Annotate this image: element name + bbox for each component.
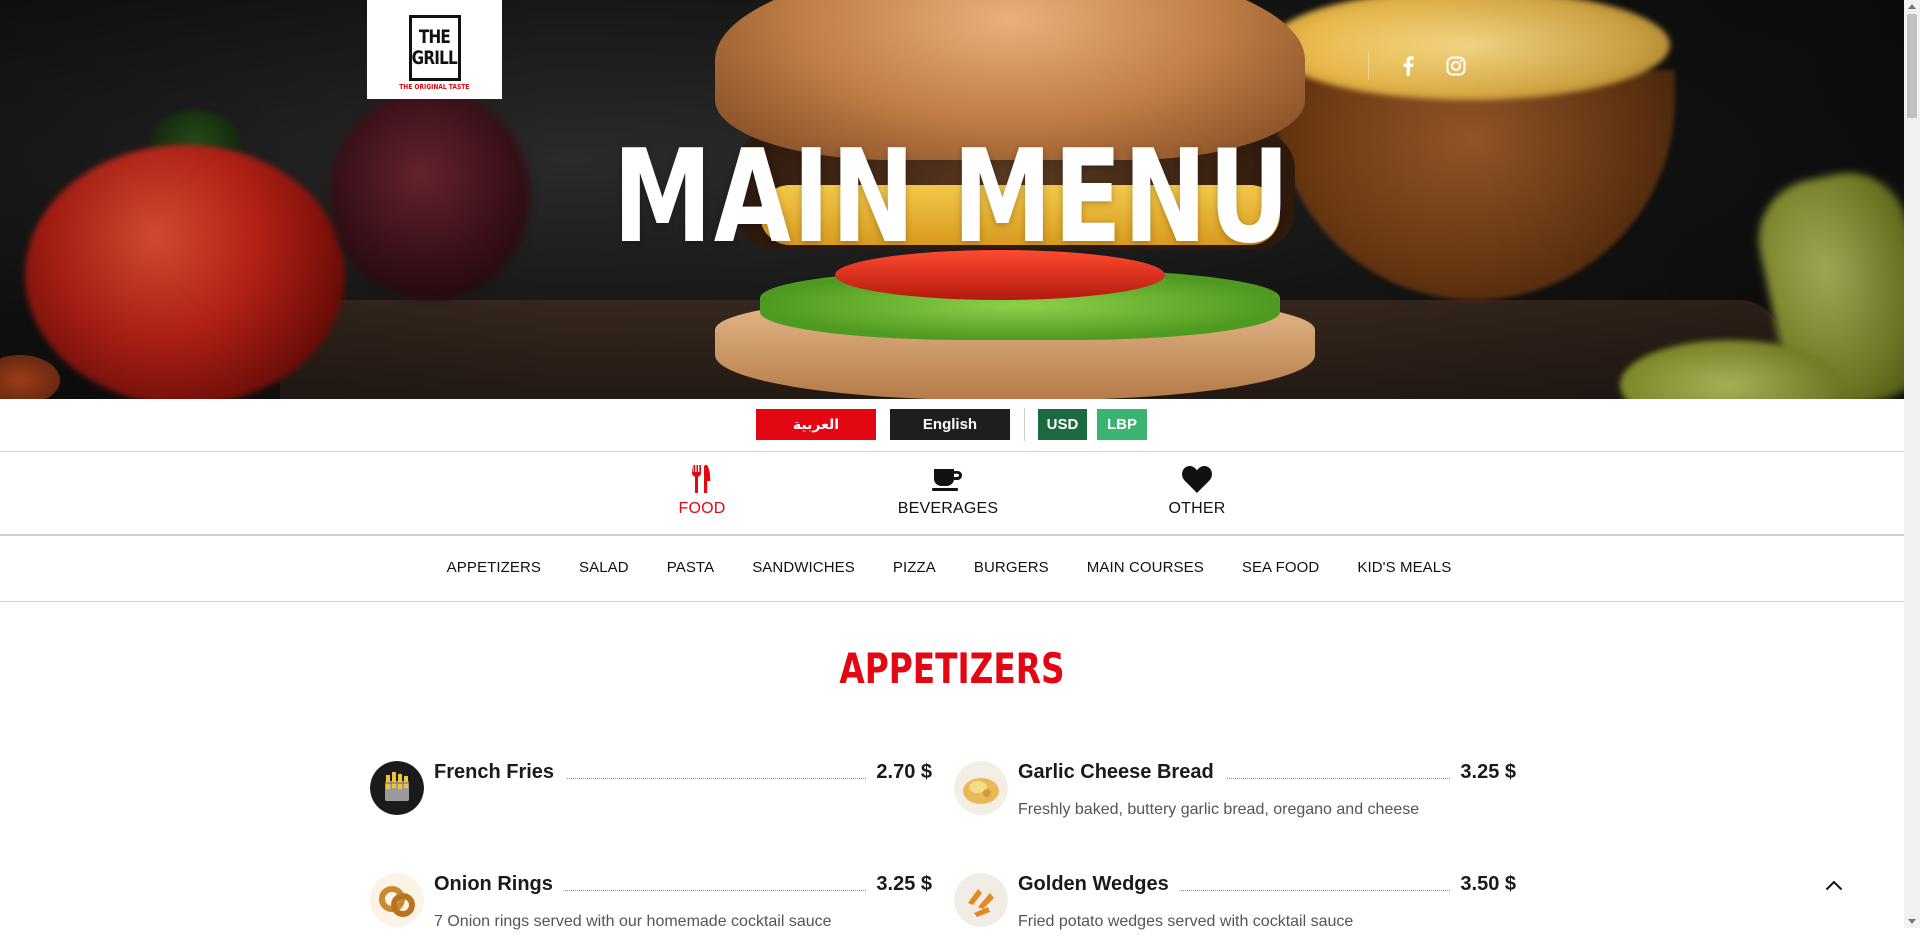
item-description: Fried potato wedges served with cocktail… [1018,913,1354,930]
utensils-icon [690,462,714,496]
subnav-pizza[interactable]: PIZZA [893,559,936,576]
scroll-up-arrow-icon[interactable] [1908,4,1916,9]
menu-item[interactable]: Golden Wedges 3.50 $ Fried potato wedges… [954,873,1516,943]
category-beverages[interactable]: BEVERAGES [878,462,1018,518]
social-links [1368,52,1492,80]
subnav-appetizers[interactable]: APPETIZERS [447,559,541,576]
logo-line-1: THE [418,25,451,48]
language-currency-bar: العربية English USD LBP [0,399,1904,452]
page-title: MAIN MENU [612,123,1292,272]
category-other[interactable]: OTHER [1127,462,1267,518]
subnav-sandwiches[interactable]: SANDWICHES [752,559,855,576]
arabic-button[interactable]: العربية [756,409,876,440]
logo-frame: THE GRILL [408,14,461,81]
heart-icon [1182,462,1212,496]
menu-item[interactable]: French Fries 2.70 $ [370,761,932,831]
chevron-up-icon [1825,880,1843,891]
hero-banner: MAIN MENU [0,0,1904,399]
logo-tagline: THE ORIGINAL TASTE [399,82,470,91]
category-label: OTHER [1168,500,1226,517]
scrollbar-thumb[interactable] [1907,14,1917,118]
scroll-to-top-button[interactable] [1820,873,1848,897]
scroll-down-arrow-icon[interactable] [1908,919,1916,924]
logo[interactable]: THE GRILL THE ORIGINAL TASTE [367,0,502,99]
category-label: FOOD [678,500,726,517]
lbp-button[interactable]: LBP [1097,409,1147,440]
subnav-salad[interactable]: SALAD [579,559,629,576]
item-price: 3.25 $ [866,873,932,896]
item-price: 3.50 $ [1450,873,1516,896]
item-image-french-fries [370,761,424,815]
item-image-golden-wedges [954,873,1008,927]
subcategory-list: APPETIZERS SALAD PASTA SANDWICHES PIZZA … [0,559,1901,576]
language-currency-divider [1024,408,1025,441]
instagram-icon[interactable] [1444,54,1468,78]
section-title: APPETIZERS [839,644,1065,693]
item-price: 2.70 $ [866,761,932,784]
item-image-onion-rings [370,873,424,927]
category-label: BEVERAGES [897,500,999,517]
item-price: 3.25 $ [1450,761,1516,784]
facebook-icon[interactable] [1396,54,1420,78]
subnav-main-courses[interactable]: MAIN COURSES [1087,559,1204,576]
menu-item[interactable]: Onion Rings 3.25 $ 7 Onion rings served … [370,873,932,943]
item-name: French Fries [434,761,567,784]
subnav-kids-meals[interactable]: KID'S MEALS [1357,559,1451,576]
menu-item[interactable]: Garlic Cheese Bread 3.25 $ Freshly baked… [954,761,1516,831]
item-name: Garlic Cheese Bread [1018,761,1226,784]
usd-button[interactable]: USD [1038,409,1087,440]
subnav-sea-food[interactable]: SEA FOOD [1242,559,1320,576]
logo-line-2: GRILL [411,46,458,69]
item-name: Onion Rings [434,873,565,896]
english-button[interactable]: English [890,409,1010,440]
page-scrollbar[interactable] [1904,0,1920,928]
coffee-cup-icon [931,462,965,496]
item-description: 7 Onion rings served with our homemade c… [434,913,832,930]
category-food[interactable]: FOOD [632,462,772,518]
subnav-pasta[interactable]: PASTA [667,559,714,576]
item-name: Golden Wedges [1018,873,1181,896]
social-divider [1368,52,1369,80]
item-image-garlic-cheese-bread [954,761,1008,815]
category-bar: FOOD BEVERAGES OTHER [0,452,1904,536]
item-description: Freshly baked, buttery garlic bread, ore… [1018,801,1420,818]
subnav-burgers[interactable]: BURGERS [974,559,1049,576]
subcategory-nav: APPETIZERS SALAD PASTA SANDWICHES PIZZA … [0,536,1904,602]
